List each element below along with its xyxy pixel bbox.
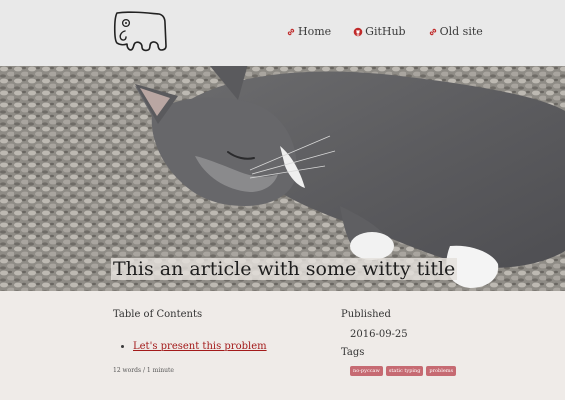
tag-badge[interactable]: no-pyccaw (350, 366, 383, 376)
site-header: Home GitHub Old site (0, 0, 565, 66)
link-icon (429, 28, 436, 35)
nav-github-label: GitHub (365, 25, 406, 38)
tag-badge[interactable]: problems (426, 366, 457, 376)
article-content: Table of Contents Let's present this pro… (0, 291, 565, 400)
toc-link[interactable]: Let's present this problem (133, 341, 267, 352)
elephant-logo-icon[interactable] (111, 10, 169, 56)
published-date: 2016-09-25 (350, 329, 408, 340)
hero-banner: This an article with some witty title (0, 66, 565, 291)
nav-home-link[interactable]: Home (286, 25, 331, 38)
nav-home-label: Home (298, 25, 332, 38)
nav-old-site-link[interactable]: Old site (428, 25, 483, 38)
github-icon (353, 27, 363, 36)
nav-old-site-label: Old site (439, 25, 483, 38)
published-heading: Published (341, 309, 391, 320)
word-count: 12 words / 1 minute (113, 367, 174, 374)
tags-heading: Tags (341, 347, 365, 358)
nav-github-link[interactable]: GitHub (353, 25, 406, 38)
article-title: This an article with some witty title (111, 258, 458, 280)
tag-list: no-pyccaw static typing problems (350, 366, 457, 376)
link-icon (287, 28, 295, 35)
toc-heading: Table of Contents (113, 309, 203, 320)
toc-list: Let's present this problem (133, 341, 267, 352)
toc-item: Let's present this problem (133, 341, 267, 352)
tag-badge[interactable]: static typing (385, 366, 424, 376)
main-nav: Home GitHub Old site (286, 25, 483, 38)
